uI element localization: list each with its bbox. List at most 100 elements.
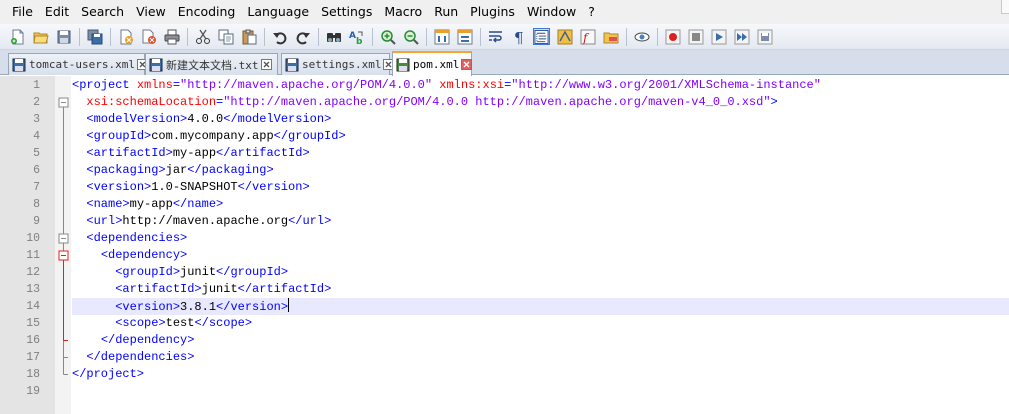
user-language-button[interactable] <box>556 28 573 45</box>
code-line[interactable]: </dependency> <box>72 332 1009 349</box>
code-token-txt: jar <box>165 163 188 177</box>
close-tab-icon[interactable] <box>260 59 272 70</box>
indent-guide-icon <box>534 29 549 44</box>
code-token-tag: <groupId> <box>86 129 152 143</box>
sync-horizontal-icon <box>457 29 472 44</box>
close-all-button[interactable] <box>140 28 157 45</box>
line-number: 1 <box>33 79 40 92</box>
replace-button[interactable]: Ab <box>348 28 365 45</box>
folder-as-workspace-button[interactable] <box>602 28 619 45</box>
svg-text:¶: ¶ <box>514 29 524 45</box>
code-area[interactable]: <project xmlns="http://maven.apache.org/… <box>72 76 1009 414</box>
menu-view[interactable]: View <box>130 0 172 24</box>
close-button[interactable] <box>117 28 134 45</box>
zoom-in-button[interactable] <box>379 28 396 45</box>
tab-2[interactable]: 新建文本文档.txt <box>145 53 278 75</box>
record-macro-icon <box>665 29 680 44</box>
save-icon <box>57 30 70 43</box>
code-token-tag: <scope> <box>115 316 166 330</box>
code-line[interactable]: <name>my-app</name> <box>72 196 1009 213</box>
tab-label: 新建文本文档.txt <box>166 58 259 72</box>
cut-button[interactable] <box>194 28 211 45</box>
paste-button[interactable] <box>240 28 257 45</box>
save-all-button[interactable] <box>86 28 103 45</box>
menu-encoding[interactable]: Encoding <box>172 0 242 24</box>
code-line[interactable]: <dependencies> <box>72 230 1009 247</box>
menu-search[interactable]: Search <box>75 0 130 24</box>
code-token-tag: </scope> <box>194 316 253 330</box>
print-button[interactable] <box>163 28 180 45</box>
code-token-attr: xmlns <box>136 78 173 92</box>
code-line[interactable] <box>72 383 1009 400</box>
menu-run[interactable]: Run <box>428 0 464 24</box>
function-list-button[interactable]: f <box>579 28 596 45</box>
code-line[interactable]: <packaging>jar</packaging> <box>72 162 1009 179</box>
fold-margin[interactable] <box>55 76 71 414</box>
save-button[interactable] <box>55 28 72 45</box>
tab-4[interactable]: pom.xml <box>392 51 473 76</box>
toolbar-separator <box>372 27 373 46</box>
code-line[interactable]: </project> <box>72 366 1009 383</box>
find-button[interactable] <box>325 28 342 45</box>
zoom-in-icon <box>380 29 396 45</box>
redo-button[interactable] <box>294 28 311 45</box>
code-line[interactable]: <dependency> <box>72 247 1009 264</box>
code-token-tag: </name> <box>172 197 224 211</box>
record-macro-button[interactable] <box>664 28 681 45</box>
code-token-tag: </version> <box>216 300 289 314</box>
svg-text:A: A <box>349 31 356 41</box>
menu-window[interactable]: Window <box>521 0 582 24</box>
playback-button[interactable] <box>710 28 727 45</box>
toolbar-separator <box>480 27 481 46</box>
document-map-button[interactable] <box>633 28 650 45</box>
zoom-out-button[interactable] <box>402 28 419 45</box>
tab-1[interactable]: tomcat-users.xml <box>8 53 148 75</box>
code-line[interactable]: <version>1.0-SNAPSHOT</version> <box>72 179 1009 196</box>
code-line[interactable]: <artifactId>junit</artifactId> <box>72 281 1009 298</box>
code-line[interactable]: <groupId>junit</groupId> <box>72 264 1009 281</box>
menu-help[interactable]: ? <box>582 0 601 24</box>
code-line[interactable]: </dependencies> <box>72 349 1009 366</box>
menu-plugins[interactable]: Plugins <box>464 0 521 24</box>
stop-recording-button[interactable] <box>687 28 704 45</box>
tab-3[interactable]: settings.xml <box>281 53 395 75</box>
menu-settings[interactable]: Settings <box>315 0 378 24</box>
code-token-tag: </dependency> <box>100 333 195 347</box>
show-all-chars-button[interactable]: ¶ <box>510 28 527 45</box>
close-tab-icon[interactable] <box>461 59 473 70</box>
code-line[interactable]: <url>http://maven.apache.org</url> <box>72 213 1009 230</box>
save-macro-button[interactable] <box>756 28 773 45</box>
menu-edit[interactable]: Edit <box>39 0 75 24</box>
undo-button[interactable] <box>271 28 288 45</box>
sync-vertical-button[interactable] <box>433 28 450 45</box>
code-line[interactable]: <scope>test</scope> <box>72 315 1009 332</box>
line-number: 15 <box>26 317 40 330</box>
open-file-button[interactable] <box>32 28 49 45</box>
code-line[interactable]: <modelVersion>4.0.0</modelVersion> <box>72 111 1009 128</box>
new-file-icon <box>10 29 23 44</box>
editor[interactable]: 1 2 3 4 5 6 7 8 9 10 11 12 13 14 15 16 17 18 19 <project x… <box>0 76 1009 414</box>
code-line[interactable]: <version>3.8.1</version> <box>72 298 1009 315</box>
new-file-button[interactable] <box>9 28 26 45</box>
sync-horizontal-button[interactable] <box>456 28 473 45</box>
menu-file[interactable]: File <box>6 0 39 24</box>
tab-label: settings.xml <box>302 58 382 71</box>
menu-macro[interactable]: Macro <box>378 0 428 24</box>
indent-guide-button[interactable] <box>533 28 550 45</box>
code-line[interactable]: xsi:schemaLocation="http://maven.apache.… <box>72 94 1009 111</box>
code-line[interactable]: <groupId>com.mycompany.app</groupId> <box>72 128 1009 145</box>
code-line[interactable]: <project xmlns="http://maven.apache.org/… <box>72 77 1009 94</box>
code-line[interactable]: <artifactId>my-app</artifactId> <box>72 145 1009 162</box>
run-multiple-button[interactable] <box>733 28 750 45</box>
code-token-tag: <project <box>72 78 137 92</box>
word-wrap-button[interactable] <box>487 28 504 45</box>
menu-language[interactable]: Language <box>241 0 315 24</box>
copy-button[interactable] <box>217 28 234 45</box>
